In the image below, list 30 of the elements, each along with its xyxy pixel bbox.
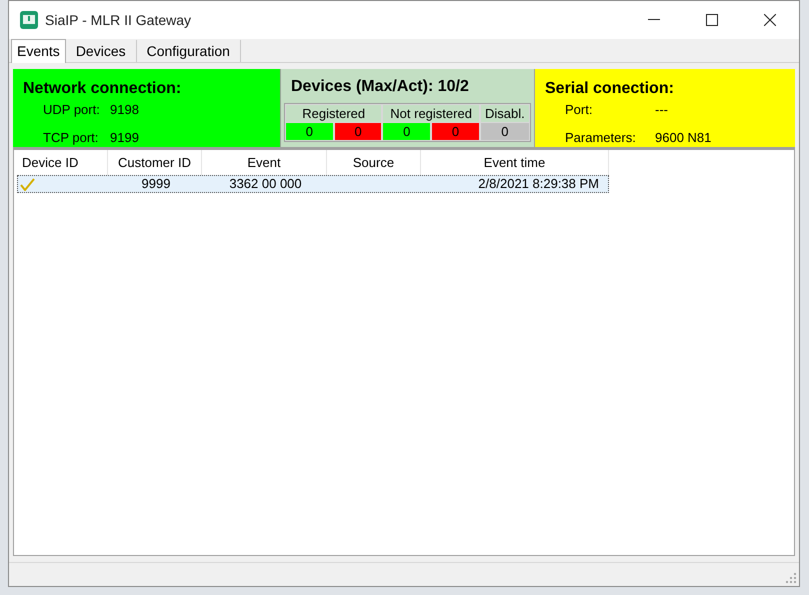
panel-title: Devices (Max/Act): 10/2 bbox=[290, 77, 470, 97]
app-icon bbox=[19, 10, 39, 30]
panel-title: Serial conection: bbox=[545, 79, 675, 99]
field-label: UDP port: bbox=[43, 101, 101, 119]
field-value: 9600 N81 bbox=[655, 128, 712, 146]
window-title: SiaIP - MLR II Gateway bbox=[45, 10, 192, 30]
field-value: 9199 bbox=[110, 128, 139, 146]
table-cell-text: 2/8/2021 8:29:38 PM bbox=[477, 176, 600, 192]
table-row[interactable]: 9999 3362 00 000 2/8/2021 8:29:38 PM bbox=[17, 175, 609, 193]
close-icon bbox=[764, 14, 776, 26]
column-header: Registered bbox=[286, 105, 382, 122]
field-value: 9198 bbox=[110, 101, 139, 119]
column-header: Not registered bbox=[383, 105, 479, 122]
counter: 0 bbox=[334, 123, 382, 140]
panel-title: Network connection: bbox=[23, 79, 182, 99]
table-cell-text: 9999 bbox=[140, 176, 172, 192]
field-label: Port: bbox=[565, 101, 594, 119]
column-header: Disabl. bbox=[480, 105, 529, 122]
counter: 0 bbox=[383, 123, 430, 140]
counter: 0 bbox=[432, 123, 479, 140]
counter: 0 bbox=[286, 123, 333, 140]
table-cell-text: 3362 00 000 bbox=[228, 176, 303, 192]
resize-grip-icon[interactable] bbox=[786, 573, 796, 583]
minimize-icon bbox=[648, 19, 660, 21]
maximize-icon bbox=[706, 14, 718, 26]
counter: 0 bbox=[480, 123, 529, 140]
field-label: TCP port: bbox=[43, 128, 100, 147]
field-label: Parameters: bbox=[565, 128, 637, 146]
field-value: --- bbox=[655, 101, 668, 119]
tab[interactable]: Events bbox=[11, 39, 66, 63]
